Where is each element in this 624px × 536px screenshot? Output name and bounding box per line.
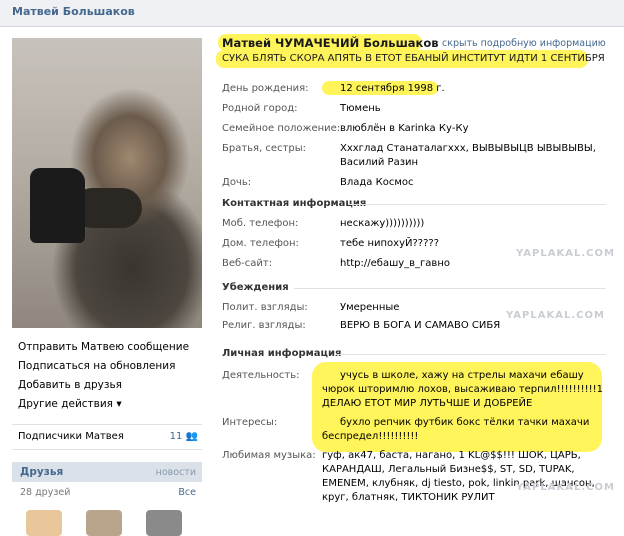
- contact-section-title: Контактная информация: [222, 198, 367, 209]
- music-line[interactable]: круг, блатняк, ТИКТОНИК РУЛИТ: [322, 492, 495, 503]
- section-divider: [336, 354, 606, 355]
- religion-value[interactable]: ВЕРЮ В БОГА И САМАВО СИБЯ: [340, 320, 500, 331]
- profile-actions-menu: Отправить Матвею сообщение Подписаться н…: [18, 338, 189, 414]
- mobile-value: нескажу)))))))))): [340, 218, 425, 229]
- send-message-link[interactable]: Отправить Матвею сообщение: [18, 338, 189, 357]
- watermark: YAPLAKAL.COM: [506, 310, 605, 321]
- profile-photo[interactable]: [12, 38, 202, 328]
- watermark: YAPLAKAL.COM: [516, 248, 615, 259]
- siblings-value[interactable]: Ххxглад Станаталагххх, ВЫВЫВЫЦВ ЫВЫВЫВЫ,: [340, 143, 596, 154]
- birthday-value[interactable]: 12 сентября 1998 г.: [340, 83, 445, 94]
- subscribe-link[interactable]: Подписаться на обновления: [18, 357, 189, 376]
- personal-section-title: Личная информация: [222, 348, 342, 359]
- add-friend-link[interactable]: Добавить в друзья: [18, 376, 189, 395]
- political-value[interactable]: Умеренные: [340, 302, 399, 313]
- status-text[interactable]: СУКА БЛЯТЬ СКОРА АПЯТЬ В ЕТОТ ЕБАНЫЙ ИНС…: [222, 53, 605, 64]
- photo-gun: [30, 168, 85, 243]
- daughter-value[interactable]: Влада Космос: [340, 177, 413, 188]
- left-column: Отправить Матвею сообщение Подписаться н…: [0, 26, 210, 536]
- friends-news-link[interactable]: новости: [156, 467, 196, 478]
- watermark: YAPLAKAL.COM: [516, 482, 615, 493]
- friends-header: Друзья новости: [12, 462, 202, 482]
- full-name: Матвей ЧУМАЧЕЧИЙ Большаков: [222, 36, 439, 50]
- siblings-value-cont[interactable]: Василий Разин: [340, 157, 418, 168]
- interests-line[interactable]: беспредел!!!!!!!!!!: [322, 431, 418, 442]
- subscribers-count: 11 👥: [169, 431, 198, 442]
- friends-count: 28 друзей: [20, 487, 71, 498]
- music-line[interactable]: КАРАНДАШ, Легальный Бизне$$, ST, SD, TUP…: [322, 464, 575, 475]
- website-link[interactable]: http://ебашу_в_гавно: [340, 258, 450, 269]
- activity-line: ДЕЛАЮ ЕТОТ МИР ЛУТЬЧШЕ И ДОБРЕЙЕ: [322, 398, 533, 409]
- interests-line[interactable]: бухло репчик футбик бокс тёлки тачки мах…: [340, 417, 589, 428]
- friend-avatar[interactable]: [26, 510, 62, 536]
- people-icon: 👥: [185, 431, 198, 442]
- activity-line: чюрок шторимлю лохов, высаживаю терпил!!…: [322, 384, 604, 395]
- other-actions-dropdown[interactable]: Другие действия ▾: [18, 395, 189, 414]
- section-divider: [348, 204, 606, 205]
- subscribers-label: Подписчики Матвея: [18, 431, 124, 442]
- friends-subheader: 28 друзей Все: [12, 484, 202, 500]
- relationship-value[interactable]: влюблён в Karinka Ку-Ку: [340, 123, 469, 134]
- section-divider: [294, 288, 606, 289]
- profile-header-bar: Матвей Большаков: [0, 0, 624, 27]
- beliefs-section-title: Убеждения: [222, 282, 289, 293]
- profile-info: Матвей ЧУМАЧЕЧИЙ Большаков скрыть подроб…: [216, 26, 616, 510]
- home-phone-value: тебе нипохуЙ?????: [340, 238, 440, 249]
- friends-title[interactable]: Друзья: [20, 466, 63, 478]
- subscribers-block[interactable]: Подписчики Матвея 11 👥: [12, 424, 202, 450]
- music-line[interactable]: гуф, ак47, баста, нагано, 1 KL@$$!!! ШОК…: [322, 450, 581, 461]
- activity-line: учусь в школе, хажу на стрелы махачи еба…: [340, 370, 584, 381]
- friend-avatar[interactable]: [86, 510, 122, 536]
- friend-avatar[interactable]: [146, 510, 182, 536]
- hometown-value[interactable]: Тюмень: [340, 103, 381, 114]
- hide-details-link[interactable]: скрыть подробную информацию: [442, 38, 606, 49]
- profile-owner-name[interactable]: Матвей Большаков: [12, 5, 135, 18]
- friends-all-link[interactable]: Все: [178, 487, 196, 498]
